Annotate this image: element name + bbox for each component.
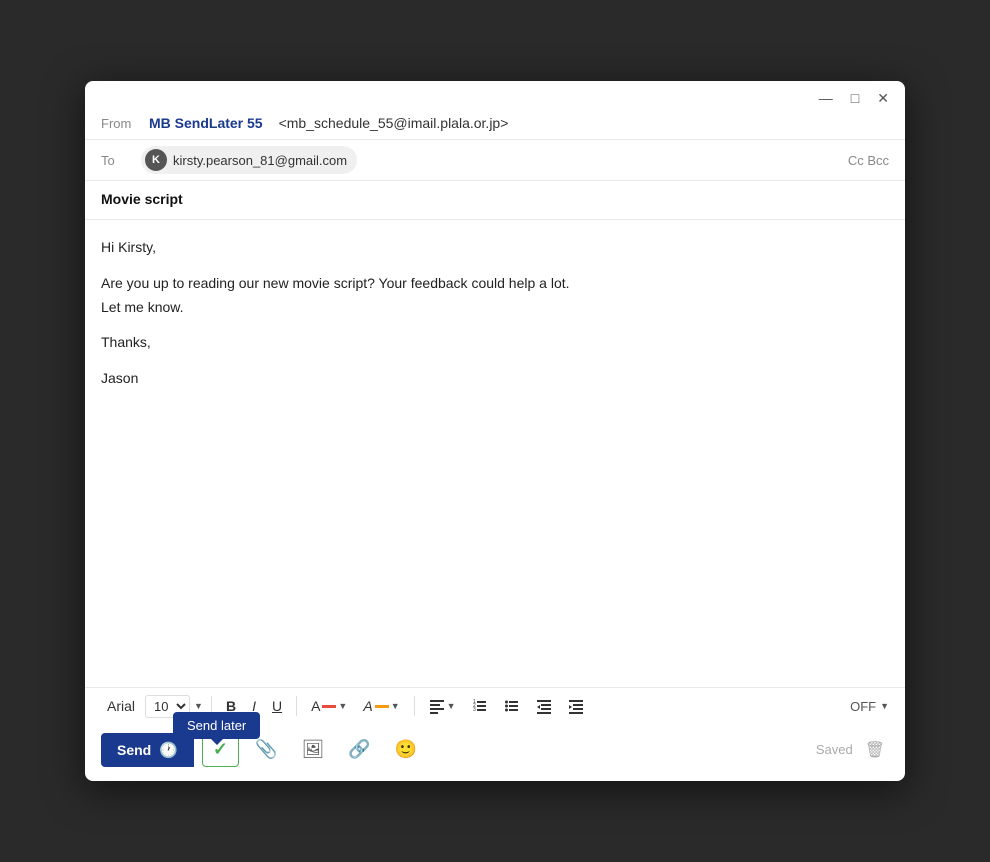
from-row: From MB SendLater 55 <mb_schedule_55@ima…: [85, 111, 905, 139]
svg-text:3: 3: [473, 707, 476, 713]
font-color-button[interactable]: A ▼: [305, 694, 353, 718]
toolbar-separator-3: [414, 696, 415, 716]
send-label: Send: [117, 742, 151, 758]
emoji-button[interactable]: 🙂: [387, 733, 425, 766]
font-size-select[interactable]: 10 12 14: [145, 695, 190, 718]
highlight-color-bar: [375, 705, 389, 708]
underline-button[interactable]: U: [266, 694, 288, 718]
font-color-icon: A: [311, 698, 320, 714]
minimize-button[interactable]: —: [815, 89, 837, 107]
bold-button[interactable]: B: [220, 694, 242, 718]
decrease-indent-icon: [536, 698, 552, 714]
compose-window: — □ ✕ From MB SendLater 55 <mb_schedule_…: [85, 81, 905, 781]
font-color-chevron: ▼: [338, 701, 347, 711]
from-label: From: [101, 116, 141, 131]
ordered-list-button[interactable]: 123: [466, 694, 494, 718]
highlight-icon: A: [363, 698, 372, 714]
image-icon: 🖼: [301, 739, 324, 759]
from-name: MB SendLater 55: [149, 115, 263, 131]
maximize-button[interactable]: □: [847, 89, 863, 107]
link-icon: 🔗: [348, 739, 370, 759]
off-chevron: ▼: [880, 701, 889, 711]
subject-row: Movie script: [85, 181, 905, 220]
saved-status: Saved 🗑: [816, 736, 889, 764]
font-color-bar: [322, 705, 336, 708]
off-toggle[interactable]: OFF ▼: [850, 699, 889, 714]
recipient-avatar: K: [145, 149, 167, 171]
unordered-list-icon: [504, 698, 520, 714]
checkmark-icon: ✓: [213, 739, 228, 760]
trash-icon: 🗑: [865, 742, 885, 759]
align-button[interactable]: ▼: [423, 694, 462, 718]
window-controls: — □ ✕: [815, 89, 893, 107]
increase-indent-icon: [568, 698, 584, 714]
highlight-chevron: ▼: [391, 701, 400, 711]
off-label: OFF: [850, 699, 876, 714]
align-chevron: ▼: [447, 701, 456, 711]
titlebar: — □ ✕: [85, 81, 905, 111]
from-email: <mb_schedule_55@imail.plala.or.jp>: [279, 115, 509, 131]
font-select[interactable]: Arial: [101, 694, 141, 718]
recipient-email: kirsty.pearson_81@gmail.com: [173, 153, 347, 168]
image-button[interactable]: 🖼: [293, 733, 332, 766]
align-icon: [429, 698, 445, 714]
attachment-button[interactable]: 📎: [247, 733, 285, 766]
unordered-list-button[interactable]: [498, 694, 526, 718]
body-line3: Let me know.: [101, 299, 184, 315]
saved-text: Saved: [816, 742, 853, 757]
body-line2: Are you up to reading our new movie scri…: [101, 275, 570, 291]
to-row: To K kirsty.pearson_81@gmail.com Cc Bcc: [85, 139, 905, 181]
link-button[interactable]: 🔗: [340, 733, 378, 766]
body-signature: Jason: [101, 367, 889, 391]
body-main: Are you up to reading our new movie scri…: [101, 272, 889, 320]
action-bar: Send later Send 🕐 ✓ 📎 🖼 🔗 🙂 Saved 🗑: [85, 724, 905, 781]
cc-bcc-button[interactable]: Cc Bcc: [848, 153, 889, 168]
body-greeting: Hi Kirsty,: [101, 236, 889, 260]
emoji-icon: 🙂: [395, 739, 417, 759]
ordered-list-icon: 123: [472, 698, 488, 714]
send-group: Send 🕐: [101, 733, 194, 767]
paperclip-icon: 📎: [255, 739, 277, 759]
send-button[interactable]: Send 🕐: [101, 733, 194, 767]
delete-draft-button[interactable]: 🗑: [861, 736, 889, 764]
subject-text: Movie script: [101, 191, 183, 207]
body-closing: Thanks,: [101, 331, 889, 355]
highlight-color-button[interactable]: A ▼: [357, 694, 405, 718]
decrease-indent-button[interactable]: [530, 694, 558, 718]
recipient-chip[interactable]: K kirsty.pearson_81@gmail.com: [141, 146, 357, 174]
to-label: To: [101, 153, 141, 168]
increase-indent-button[interactable]: [562, 694, 590, 718]
toolbar-separator-1: [211, 696, 212, 716]
spellcheck-button[interactable]: ✓: [202, 732, 239, 767]
close-button[interactable]: ✕: [873, 89, 893, 107]
body-area[interactable]: Hi Kirsty, Are you up to reading our new…: [85, 220, 905, 687]
font-size-chevron: ▼: [194, 701, 203, 711]
italic-button[interactable]: I: [246, 694, 262, 718]
formatting-toolbar: Arial 10 12 14 ▼ B I U A ▼ A ▼ ▼ 123: [85, 687, 905, 724]
toolbar-separator-2: [296, 696, 297, 716]
send-clock-icon: 🕐: [159, 741, 178, 759]
